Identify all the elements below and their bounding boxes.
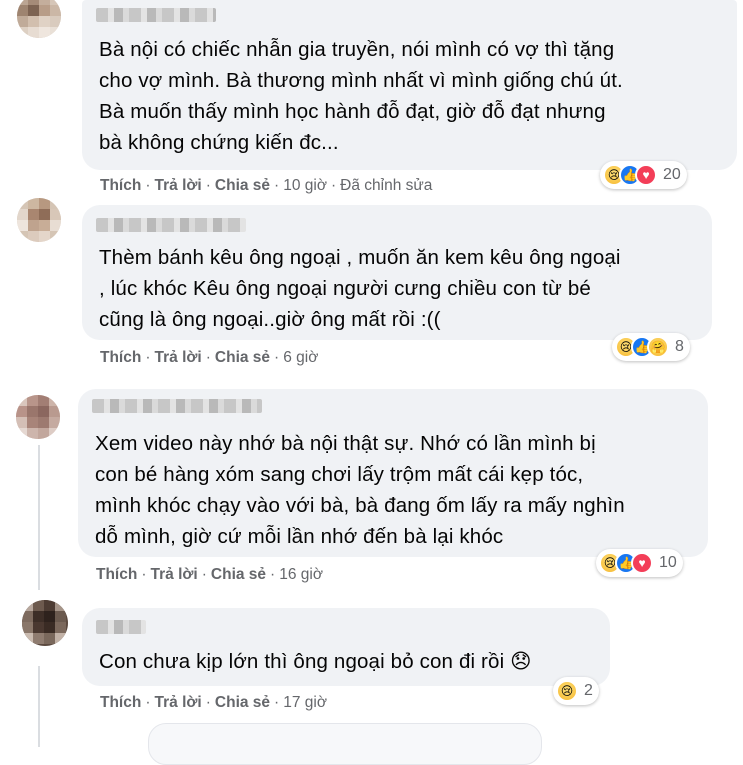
like-button[interactable]: Thích <box>96 566 137 583</box>
comment-text: Con chưa kịp lớn thì ông ngoại bỏ con đi… <box>99 650 532 673</box>
thread-line <box>38 666 40 747</box>
reaction-summary[interactable]: 😢 👍 🤗 8 <box>612 333 690 361</box>
reaction-count: 10 <box>659 554 677 571</box>
care-reaction-icon: 🤗 <box>647 336 669 358</box>
comment-actions: Thích · Trả lời · Chia sẻ · 17 giờ <box>100 694 327 711</box>
edited-label: Đã chỉnh sửa <box>340 177 433 194</box>
sad-reaction-icon: 😢 <box>556 680 578 702</box>
thread-line <box>38 445 40 590</box>
comment-bubble: Bà nội có chiếc nhẫn gia truyền, nói mìn… <box>82 0 737 170</box>
reaction-count: 8 <box>675 338 684 355</box>
author-name-blurred[interactable] <box>96 620 146 634</box>
comment-text: Xem video này nhớ bà nội thật sự. Nhớ có… <box>95 432 625 548</box>
comment-time[interactable]: 10 giờ <box>283 177 327 194</box>
author-name-blurred[interactable] <box>96 8 216 22</box>
reaction-summary[interactable]: 😢 2 <box>553 677 599 705</box>
comment-time[interactable]: 16 giờ <box>279 566 323 583</box>
comment-actions: Thích · Trả lời · Chia sẻ · 10 giờ · Đã chỉnh sử… <box>100 177 433 194</box>
reply-button[interactable]: Trả lời <box>155 349 202 366</box>
comment-actions: Thích · Trả lời · Chia sẻ · 16 giờ <box>96 566 323 583</box>
comment-text: Bà nội có chiếc nhẫn gia truyền, nói mìn… <box>99 38 623 154</box>
love-reaction-icon: ♥ <box>635 164 657 186</box>
reply-button[interactable]: Trả lời <box>155 177 202 194</box>
comment-bubble: Thèm bánh kêu ông ngoại , muốn ăn kem kê… <box>82 205 712 340</box>
reaction-summary[interactable]: 😢 👍 ♥ 10 <box>596 549 683 577</box>
love-reaction-icon: ♥ <box>631 552 653 574</box>
comment-bubble: Xem video này nhớ bà nội thật sự. Nhớ có… <box>78 389 708 557</box>
comment-actions: Thích · Trả lời · Chia sẻ · 6 giờ <box>100 349 319 366</box>
disappointed-emoji: 😞 <box>510 650 532 673</box>
comment-1: Bà nội có chiếc nhẫn gia truyền, nói mìn… <box>0 0 743 205</box>
like-button[interactable]: Thích <box>100 349 141 366</box>
comment-text: Thèm bánh kêu ông ngoại , muốn ăn kem kê… <box>99 246 621 331</box>
reply-button[interactable]: Trả lời <box>155 694 202 711</box>
reaction-count: 20 <box>663 166 681 183</box>
author-name-blurred[interactable] <box>92 399 262 413</box>
avatar[interactable] <box>17 198 61 242</box>
like-button[interactable]: Thích <box>100 177 141 194</box>
comment-time[interactable]: 6 giờ <box>283 349 318 366</box>
share-button[interactable]: Chia sẻ <box>211 566 266 583</box>
comment-time[interactable]: 17 giờ <box>283 694 327 711</box>
share-button[interactable]: Chia sẻ <box>215 694 270 711</box>
comment-bubble: Con chưa kịp lớn thì ông ngoại bỏ con đi… <box>82 608 610 686</box>
avatar[interactable] <box>17 0 61 38</box>
avatar[interactable] <box>22 600 68 646</box>
share-button[interactable]: Chia sẻ <box>215 349 270 366</box>
share-button[interactable]: Chia sẻ <box>215 177 270 194</box>
next-reply-bubble-partial <box>148 723 542 765</box>
reaction-count: 2 <box>584 682 593 699</box>
like-button[interactable]: Thích <box>100 694 141 711</box>
reaction-summary[interactable]: 😢 👍 ♥ 20 <box>600 161 687 189</box>
author-name-blurred[interactable] <box>96 218 246 232</box>
reply-button[interactable]: Trả lời <box>151 566 198 583</box>
avatar[interactable] <box>16 395 60 439</box>
